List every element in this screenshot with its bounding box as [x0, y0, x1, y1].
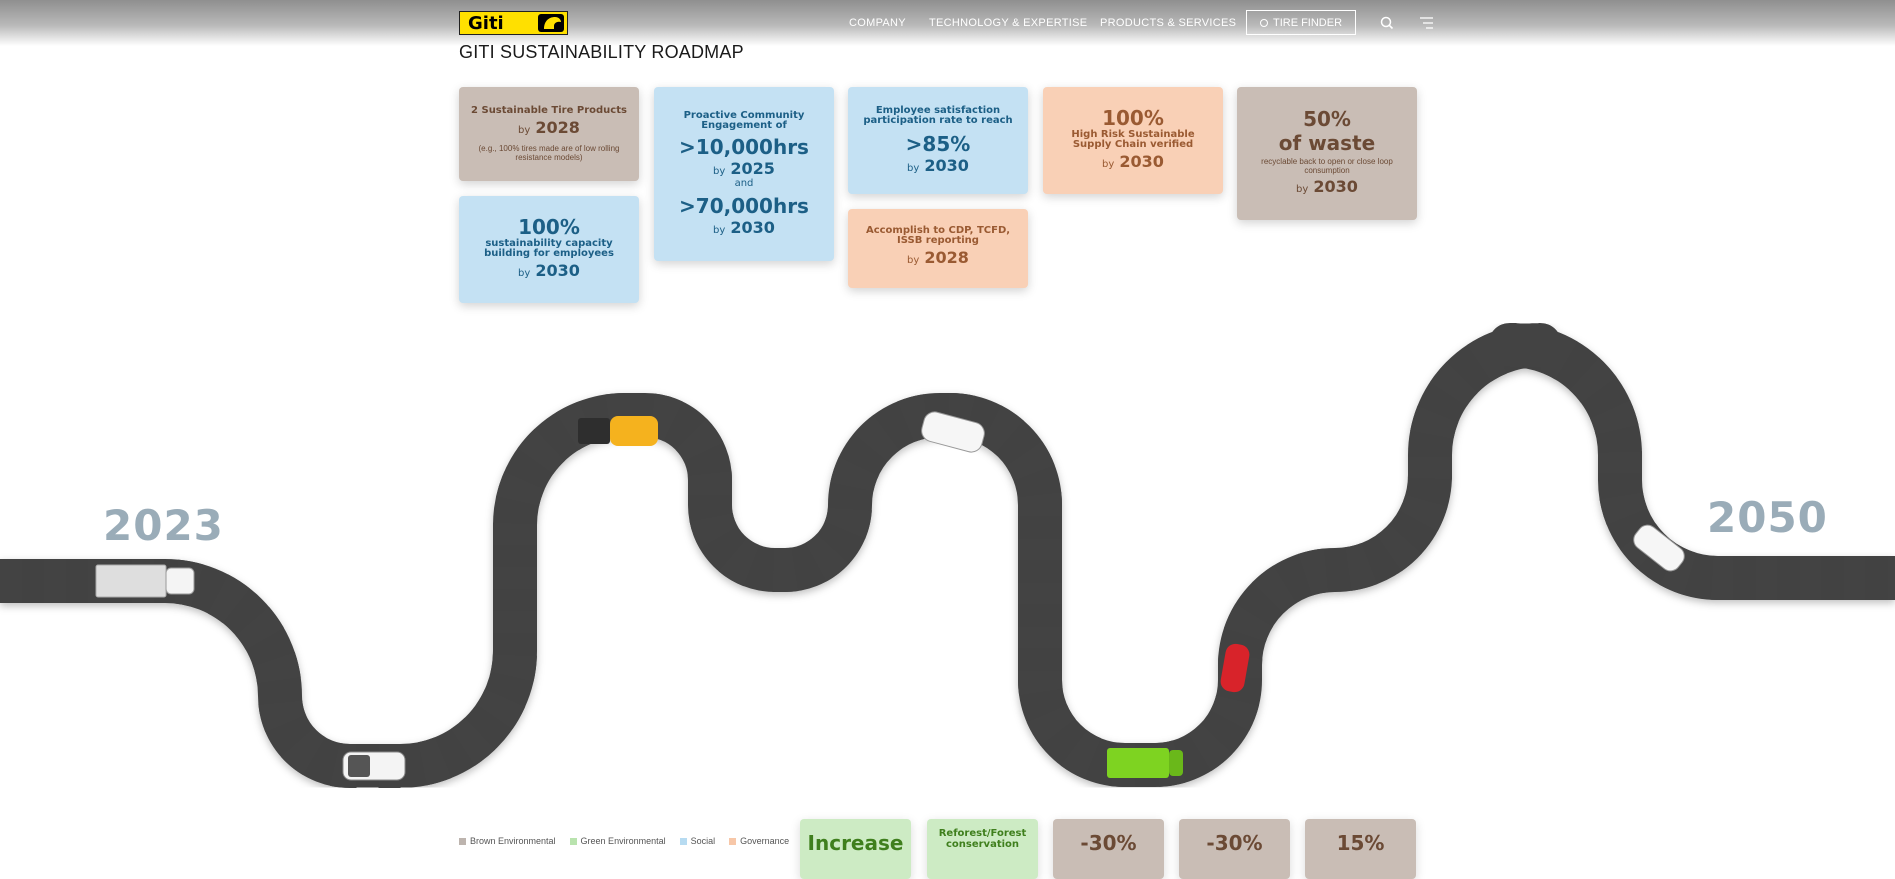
bottom-card-reforest: Reforest/Forest conservation: [927, 819, 1038, 879]
bottom-card-minus-30-b: -30%: [1179, 819, 1290, 879]
legend-brown-environmental: Brown Environmental: [459, 836, 556, 846]
start-year: 2023: [103, 501, 224, 550]
truck-green-icon: [1107, 748, 1183, 778]
end-year: 2050: [1707, 493, 1828, 542]
legend-swatch: [459, 837, 466, 845]
bottom-card-increase: Increase: [800, 819, 911, 879]
legend-swatch: [569, 837, 577, 845]
pickup-white-icon: [342, 751, 406, 781]
bottom-card-minus-30-a: -30%: [1053, 819, 1164, 879]
roadmap-road: [0, 323, 1895, 788]
legend-swatch: [679, 837, 687, 845]
category-legend: Brown Environmental Green Environmental …: [459, 836, 789, 846]
semi-truck-yellow-icon: [578, 416, 658, 446]
legend-governance: Governance: [729, 836, 789, 846]
legend-green-environmental: Green Environmental: [569, 836, 666, 846]
bottom-card-15-percent: 15%: [1305, 819, 1416, 879]
legend-swatch: [729, 837, 737, 845]
truck-white-icon: [95, 564, 195, 598]
legend-social: Social: [679, 836, 715, 846]
